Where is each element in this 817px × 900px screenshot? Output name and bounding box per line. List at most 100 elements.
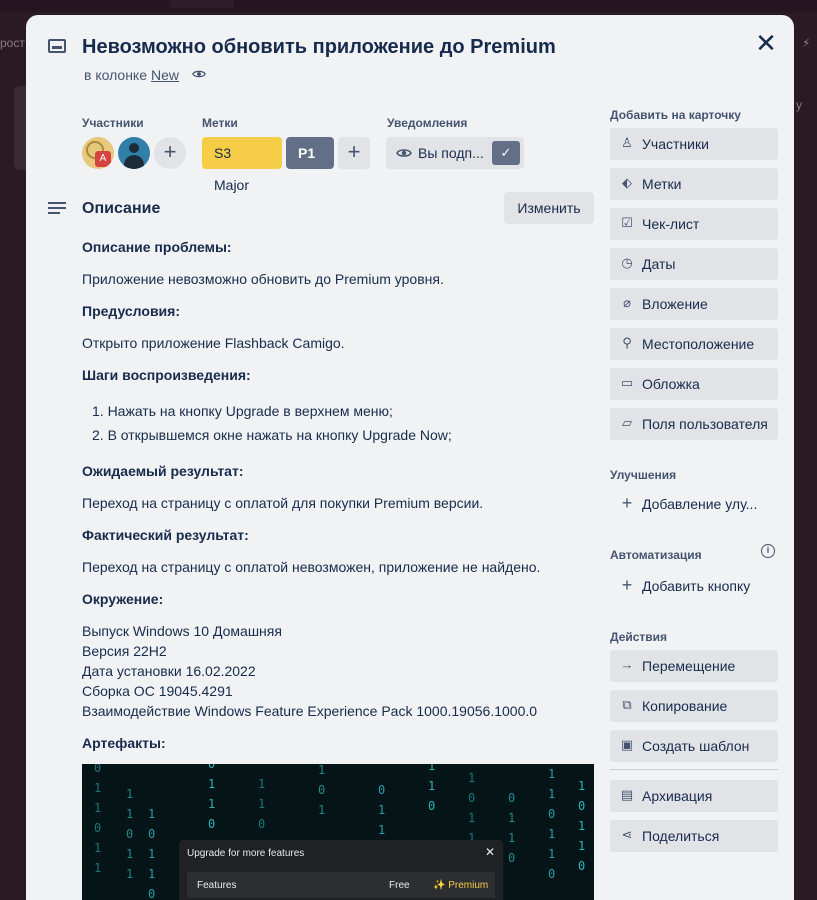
add-to-card-label: Вложение [642, 296, 708, 312]
features-header-row: Features Free ✨ Premium [187, 872, 495, 898]
upgrade-dialog-title: Upgrade for more features [187, 848, 305, 859]
action-button-2[interactable]: ▣ Создать шаблон [610, 730, 778, 762]
add-to-card-button-6[interactable]: ▭ Обложка [610, 368, 778, 400]
add-to-card-button-5[interactable]: ⚲ Местоположение [610, 328, 778, 360]
notifications-label: Уведомления [387, 116, 468, 130]
paperclip-icon: ⌀ [623, 295, 631, 310]
add-to-card-button-3[interactable]: ◷ Даты [610, 248, 778, 280]
list-item: 2. В открывшемся окне нажать на кнопку U… [92, 427, 452, 443]
free-column: Free [389, 880, 410, 891]
share-button[interactable]: ⋖ Поделиться [610, 820, 778, 852]
close-button[interactable]: ✕ [754, 30, 778, 56]
action-button-1[interactable]: ⧉ Копирование [610, 690, 778, 722]
archive-button[interactable]: ▤ Архивация [610, 780, 778, 812]
matrix-digits: 1 1 0 [258, 777, 266, 831]
add-to-card-button-1[interactable]: ⬖ Метки [610, 168, 778, 200]
add-to-card-label: Чек-лист [642, 216, 700, 232]
environment-line: Сборка ОС 19045.4291 [82, 683, 233, 699]
column-info: в колонке New [84, 67, 179, 83]
automation-label: Автоматизация [610, 548, 702, 562]
card-icon [48, 39, 66, 53]
avatar[interactable] [118, 137, 150, 169]
info-icon[interactable]: i [761, 544, 775, 558]
matrix-digits: 0 1 1 0 1 1 [94, 764, 102, 875]
add-to-card-button-0[interactable]: ♙ Участники [610, 128, 778, 160]
preconditions-text: Открыто приложение Flashback Camigo. [82, 335, 345, 351]
label-chip-p1[interactable]: P1 [286, 137, 334, 169]
add-button-label: Добавить кнопку [642, 578, 751, 594]
action-label: Перемещение [642, 658, 736, 674]
actions-label: Действия [610, 630, 668, 644]
card-detail-modal: Невозможно обновить приложение до Premiu… [26, 15, 794, 900]
add-to-card-label: Местоположение [642, 336, 755, 352]
card-title[interactable]: Невозможно обновить приложение до Premiu… [82, 36, 556, 59]
matrix-digits: 1 1 0 [428, 764, 436, 813]
action-label: Копирование [642, 698, 728, 714]
environment-line: Версия 22H2 [82, 643, 167, 659]
matrix-digits: 1 1 0 1 1 0 [548, 767, 556, 881]
close-icon: ✕ [484, 845, 495, 859]
arrow-right-icon: → [620, 657, 634, 672]
copy-icon: ⧉ [622, 697, 632, 712]
artifact-screenshot-image[interactable]: ​ 0 1 1 0 1 1 1 1 0 1 1 1 0 1 1 0 1 0 1 … [82, 764, 594, 900]
preconditions-title: Предусловия: [82, 303, 180, 319]
matrix-digits: 1 0 1 1 0 1 [148, 807, 156, 900]
board-background-text-left: рост [0, 36, 25, 50]
watch-button[interactable]: Вы подп... ✓ [386, 137, 524, 169]
board-top-tab [170, 0, 234, 8]
location-pin-icon: ⚲ [622, 335, 632, 350]
clock-icon: ◷ [621, 255, 633, 270]
add-to-card-button-7[interactable]: ▱ Поля пользователя [610, 408, 778, 440]
edit-description-button[interactable]: Изменить [504, 192, 594, 224]
divider [610, 769, 778, 770]
matrix-digits: 1 0 1 [318, 764, 326, 817]
add-to-card-button-2[interactable]: ☑ Чек-лист [610, 208, 778, 240]
column-link[interactable]: New [151, 67, 179, 83]
environment-line: Дата установки 16.02.2022 [82, 663, 256, 679]
environment-line: Взаимодействие Windows Feature Experienc… [82, 703, 538, 719]
expected-text: Переход на страницу с оплатой для покупк… [82, 495, 484, 511]
action-label: Создать шаблон [642, 738, 750, 754]
add-to-card-label: Поля пользователя [642, 416, 768, 432]
list-item: 1. Нажать на кнопку Upgrade в верхнем ме… [92, 403, 393, 419]
avatar[interactable]: A [82, 137, 114, 169]
labels-label: Метки [202, 116, 238, 130]
add-to-card-label: Обложка [642, 376, 700, 392]
members-label: Участники [82, 116, 144, 130]
template-icon: ▣ [620, 737, 634, 752]
add-to-card-label: Участники [642, 136, 709, 152]
add-to-card-button-4[interactable]: ⌀ Вложение [610, 288, 778, 320]
custom-fields-icon: ▱ [622, 415, 632, 430]
plus-icon: + [621, 493, 633, 513]
cover-icon: ▭ [620, 375, 634, 390]
actual-text: Переход на страницу с оплатой невозможен… [82, 559, 541, 575]
add-powerup-button[interactable]: + Добавление улу... [610, 488, 778, 520]
add-button-button[interactable]: + Добавить кнопку [610, 570, 778, 602]
matrix-digits: 0 1 1 0 [208, 764, 216, 831]
archive-label: Архивация [642, 788, 713, 804]
board-background-text-right: у [796, 98, 802, 112]
add-member-button[interactable]: + [154, 137, 186, 169]
problem-text: Приложение невозможно обновить до Premiu… [82, 271, 444, 287]
column-prefix: в колонке [84, 67, 147, 83]
artifacts-title: Артефакты: [82, 735, 166, 751]
check-icon: ✓ [492, 141, 520, 165]
watch-label: Вы подп... [418, 145, 484, 161]
powerups-label: Улучшения [610, 468, 677, 482]
environment-title: Окружение: [82, 591, 164, 607]
checklist-icon: ☑ [621, 215, 633, 230]
share-icon: ⋖ [621, 827, 633, 842]
matrix-digits: 0 1 1 0 [508, 791, 516, 865]
eye-icon[interactable] [192, 67, 206, 81]
plus-icon: + [621, 575, 633, 595]
add-label-button[interactable]: + [338, 137, 370, 169]
steps-title: Шаги воспроизведения: [82, 367, 251, 383]
tag-icon: ⬖ [622, 175, 632, 190]
features-column: Features [197, 880, 237, 891]
person-icon: ♙ [621, 135, 633, 150]
action-button-0[interactable]: → Перемещение [610, 650, 778, 682]
premium-column: ✨ Premium [433, 880, 489, 891]
label-chip-major[interactable]: S3 Major [202, 137, 282, 193]
problem-title: Описание проблемы: [82, 239, 232, 255]
description-heading: Описание [82, 200, 161, 217]
